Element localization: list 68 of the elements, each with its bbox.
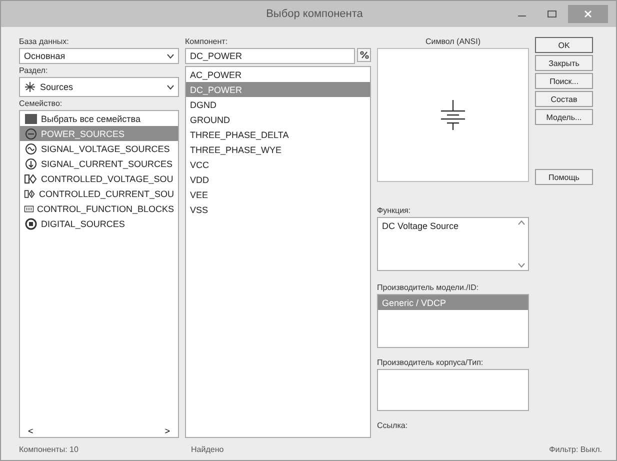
close-icon [584, 10, 592, 18]
family-name: CONTROLLED_CURRENT_SOU [38, 188, 174, 198]
field-label: Компонент: [185, 37, 229, 46]
field-label: Семейство: [19, 99, 64, 108]
maximize-icon [547, 10, 557, 18]
family-name: SIGNAL_VOLTAGE_SOURCES [41, 144, 170, 154]
list-item[interactable]: SIGNAL_VOLTAGE_SOURCES [20, 141, 178, 156]
list-item[interactable]: AC_POWER [186, 67, 370, 82]
family-name: CONTROL_FUNCTION_BLOCKS [36, 204, 174, 214]
sources-icon [24, 82, 36, 92]
scroll-down-icon[interactable] [518, 263, 525, 268]
caret-icon [167, 54, 174, 58]
dialog-button[interactable]: OK [535, 37, 593, 53]
family-icon [24, 112, 38, 124]
section-value: Sources [40, 82, 74, 92]
list-item[interactable]: CONTROL_FUNCTION_BLOCKS [20, 201, 178, 216]
field-label: Производитель корпуса/Тип: [377, 358, 484, 367]
family-icon [24, 128, 38, 140]
list-item[interactable]: THREE_PHASE_WYE [186, 142, 370, 157]
family-name: CONTROLLED_VOLTAGE_SOU [41, 174, 174, 184]
scroll-up-icon[interactable] [518, 220, 525, 225]
list-item[interactable]: GROUND [186, 112, 370, 127]
section-dropdown[interactable]: Sources [19, 77, 179, 97]
scroll-right-button[interactable]: > [162, 426, 172, 436]
list-item[interactable]: VEE [186, 187, 370, 202]
dialog-button[interactable]: Поиск... [535, 73, 593, 89]
filter-status: Фильтр: Выкл. [549, 444, 602, 454]
dialog-button[interactable]: Закрыть [535, 55, 593, 71]
list-item[interactable]: Выбрать все семейства [20, 111, 178, 126]
family-icon [24, 142, 38, 154]
dc-source-symbol-icon [440, 100, 466, 130]
database-dropdown[interactable]: Основная [19, 48, 179, 64]
symbol-label: Символ (ANSI) [424, 37, 482, 46]
list-item[interactable]: CONTROLLED_VOLTAGE_SOU [20, 171, 178, 186]
family-name: SIGNAL_CURRENT_SOURCES [41, 158, 173, 168]
dialog-button[interactable]: Модель... [535, 109, 593, 125]
caret-icon [167, 84, 174, 90]
dialog-button[interactable]: Состав [535, 91, 593, 107]
list-item[interactable]: THREE_PHASE_DELTA [186, 127, 370, 142]
field-label: Производитель модели./ID: [377, 283, 480, 292]
family-icon [24, 172, 38, 184]
family-icon [24, 188, 36, 200]
family-name: Выбрать все семейства [41, 114, 140, 124]
help-button[interactable]: Помощь [535, 169, 593, 185]
list-item[interactable]: DIGITAL_SOURCES [20, 216, 178, 231]
list-item[interactable]: CONTROLLED_CURRENT_SOU [20, 186, 178, 201]
list-item[interactable]: VSS [186, 202, 370, 217]
family-icon [24, 158, 38, 170]
component-field[interactable]: DC_POWER [185, 48, 355, 64]
list-item[interactable]: SIGNAL_CURRENT_SOURCES [20, 156, 178, 171]
family-name: DIGITAL_SOURCES [41, 218, 125, 228]
family-icon [24, 218, 38, 230]
field-label: Функция: [377, 206, 412, 215]
scroll-left-button[interactable]: < [26, 426, 36, 436]
window-title: Выбор компонента [265, 8, 364, 20]
list-item[interactable]: DGND [186, 97, 370, 112]
field-label: Раздел: [19, 66, 49, 75]
close-button[interactable] [568, 5, 608, 23]
field-label: Ссылка: [377, 421, 409, 430]
found-status: Найдено [191, 444, 225, 454]
filter-button[interactable] [357, 48, 371, 62]
family-name: POWER_SOURCES [41, 128, 125, 138]
components-count: Компоненты: 10 [19, 444, 80, 454]
function-text: DC Voltage Source [382, 221, 459, 231]
percent-icon [360, 51, 368, 59]
list-item[interactable]: VDD [186, 172, 370, 187]
field-label: База данных: [19, 37, 70, 46]
list-item[interactable]: VCC [186, 157, 370, 172]
